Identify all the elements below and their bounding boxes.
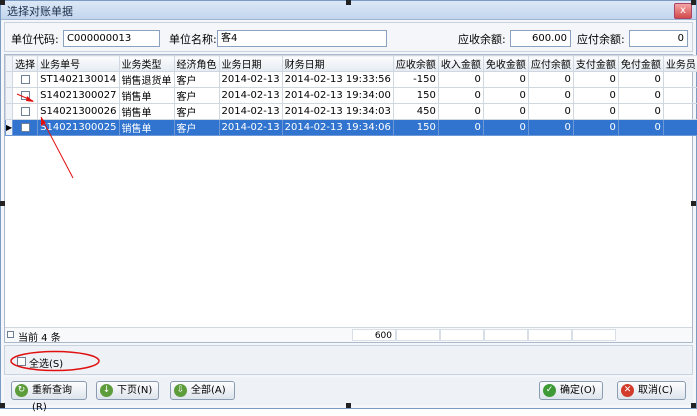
resize-grip[interactable] [691, 0, 696, 5]
annotation-ellipse [9, 350, 101, 372]
ok-label: 确定(O) [560, 385, 596, 396]
select-all-panel: 全选(S) [4, 345, 693, 375]
resize-grip[interactable] [0, 0, 5, 5]
footer-marker [7, 331, 14, 338]
footer-cell [572, 329, 616, 341]
next-page-label: 下页(N) [117, 385, 152, 396]
payable-balance-field[interactable]: 0 [629, 30, 688, 47]
unit-code-label: 单位代码: [11, 31, 59, 47]
cancel-label: 取消(C) [638, 385, 673, 396]
payable-label: 应付余额: [577, 31, 625, 47]
dialog-window: 选择对账单据 x 单位代码: C000000013 单位名称: 客4 应收余额:… [0, 0, 697, 409]
unit-code-field[interactable]: C000000013 [63, 30, 160, 47]
next-page-button[interactable]: ↓ 下页(N) [96, 381, 159, 400]
requery-button[interactable]: ↻ 重新查询(R) [11, 381, 87, 400]
record-count: 当前 4 条 [18, 329, 61, 344]
resize-grip[interactable] [691, 403, 696, 408]
unit-name-field[interactable]: 客4 [217, 30, 387, 47]
resize-grip[interactable] [346, 0, 351, 5]
document-grid: 选择 业务单号 业务类型 经济角色 业务日期 财务日期 应收余额 收入金额 免收… [4, 54, 693, 343]
cancel-button[interactable]: ✕ 取消(C) [617, 381, 686, 400]
annotation-arrow-line [41, 117, 73, 178]
refresh-icon: ↻ [15, 384, 28, 397]
window-title: 选择对账单据 [7, 3, 73, 19]
button-bar: ↻ 重新查询(R) ↓ 下页(N) ⇩ 全部(A) ✓ 确定(O) ✕ 取消(C… [4, 377, 693, 405]
all-button[interactable]: ⇩ 全部(A) [170, 381, 235, 400]
check-circle-icon: ✓ [543, 384, 556, 397]
close-button[interactable]: x [674, 3, 692, 19]
arrow-down-icon: ↓ [100, 384, 113, 397]
footer-cell [396, 329, 440, 341]
resize-grip[interactable] [691, 201, 696, 206]
unit-name-label: 单位名称: [169, 31, 217, 47]
all-label: 全部(A) [191, 385, 226, 396]
grid-footer: 当前 4 条 600 [5, 327, 692, 342]
receivable-label: 应收余额: [458, 31, 506, 47]
resize-grip[interactable] [346, 403, 351, 408]
x-circle-icon: ✕ [621, 384, 634, 397]
annotation-arrowhead-small [26, 96, 34, 102]
footer-receivable-total: 600 [352, 329, 396, 341]
footer-cell [484, 329, 528, 341]
download-icon: ⇩ [174, 384, 187, 397]
resize-grip[interactable] [0, 201, 5, 206]
resize-grip[interactable] [0, 403, 5, 408]
footer-cell [528, 329, 572, 341]
receivable-balance-field[interactable]: 600.00 [510, 30, 571, 47]
header-panel: 单位代码: C000000013 单位名称: 客4 应收余额: 600.00 应… [4, 22, 693, 52]
close-icon: x [680, 5, 686, 16]
footer-cell [440, 329, 484, 341]
ok-button[interactable]: ✓ 确定(O) [539, 381, 603, 400]
annotation-arrows [5, 55, 694, 344]
